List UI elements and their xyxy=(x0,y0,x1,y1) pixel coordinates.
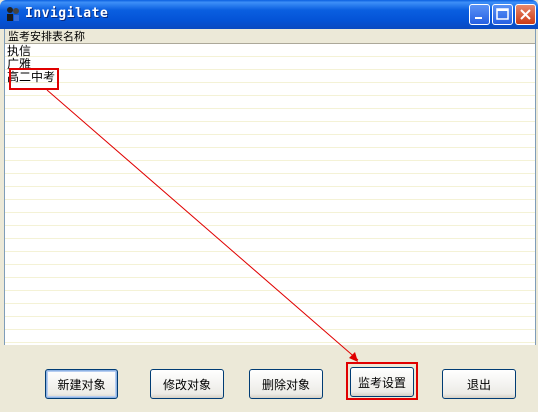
annotation-arrow-line xyxy=(46,89,359,361)
invigilate-window: Invigilate 监考安排表名称 执信 广雅 高二中考 新建对象 修改对象 … xyxy=(0,0,538,412)
annotation-arrow xyxy=(46,89,359,362)
